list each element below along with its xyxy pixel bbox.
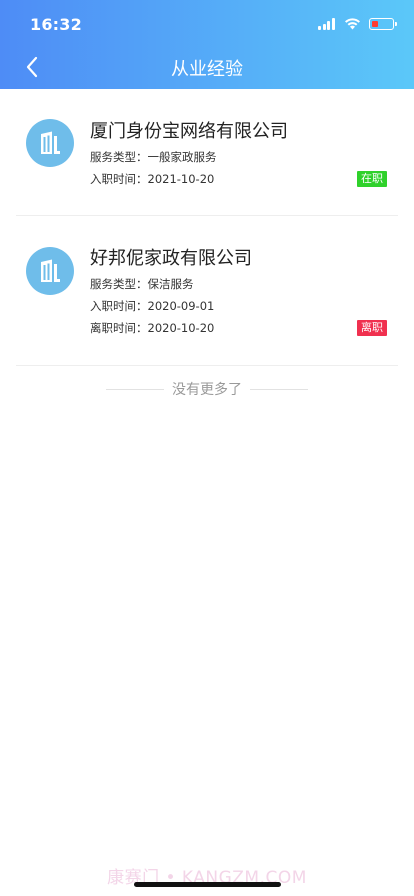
- end-date-label: 离职时间：: [90, 321, 148, 335]
- experience-card[interactable]: 好邦伲家政有限公司 服务类型：保洁服务 入职时间：2020-09-01 离职时间…: [16, 216, 398, 366]
- no-more-text: 没有更多了: [172, 382, 242, 398]
- end-date-row: 离职时间：2020-10-20: [90, 320, 214, 336]
- start-date-label: 入职时间：: [90, 299, 148, 313]
- service-type-value: 保洁服务: [147, 277, 194, 291]
- start-date-value: 2021-10-20: [147, 172, 215, 186]
- battery-icon: [369, 18, 397, 30]
- status-bar: 16:32: [0, 0, 414, 48]
- no-more-indicator: 没有更多了: [0, 378, 414, 400]
- divider-left: [106, 388, 164, 390]
- start-date-label: 入职时间：: [90, 172, 148, 186]
- company-name: 好邦伲家政有限公司: [90, 248, 252, 269]
- service-type-row: 服务类型：保洁服务: [90, 276, 194, 292]
- app-header: 16:32 从业经验: [0, 0, 414, 89]
- service-type-label: 服务类型：: [90, 150, 148, 164]
- status-badge: 在职: [357, 171, 387, 187]
- experience-card[interactable]: 厦门身份宝网络有限公司 服务类型：一般家政服务 入职时间：2021-10-20 …: [16, 89, 398, 216]
- start-date-row: 入职时间：2020-09-01: [90, 298, 214, 314]
- end-date-value: 2020-10-20: [147, 321, 215, 335]
- building-icon: [26, 247, 74, 295]
- home-indicator: [134, 882, 281, 887]
- start-date-value: 2020-09-01: [147, 299, 215, 313]
- service-type-label: 服务类型：: [90, 277, 148, 291]
- nav-bar: 从业经验: [0, 48, 414, 89]
- status-icons: [318, 15, 397, 34]
- status-time: 16:32: [30, 15, 82, 34]
- company-name: 厦门身份宝网络有限公司: [90, 121, 288, 142]
- building-icon: [26, 119, 74, 167]
- start-date-row: 入职时间：2021-10-20: [90, 171, 214, 187]
- page-title: 从业经验: [171, 59, 243, 80]
- service-type-value: 一般家政服务: [147, 150, 217, 164]
- status-badge: 离职: [357, 320, 387, 336]
- service-type-row: 服务类型：一般家政服务: [90, 149, 217, 165]
- cellular-signal-icon: [318, 18, 336, 30]
- wifi-icon: [344, 15, 361, 34]
- divider-right: [250, 388, 308, 390]
